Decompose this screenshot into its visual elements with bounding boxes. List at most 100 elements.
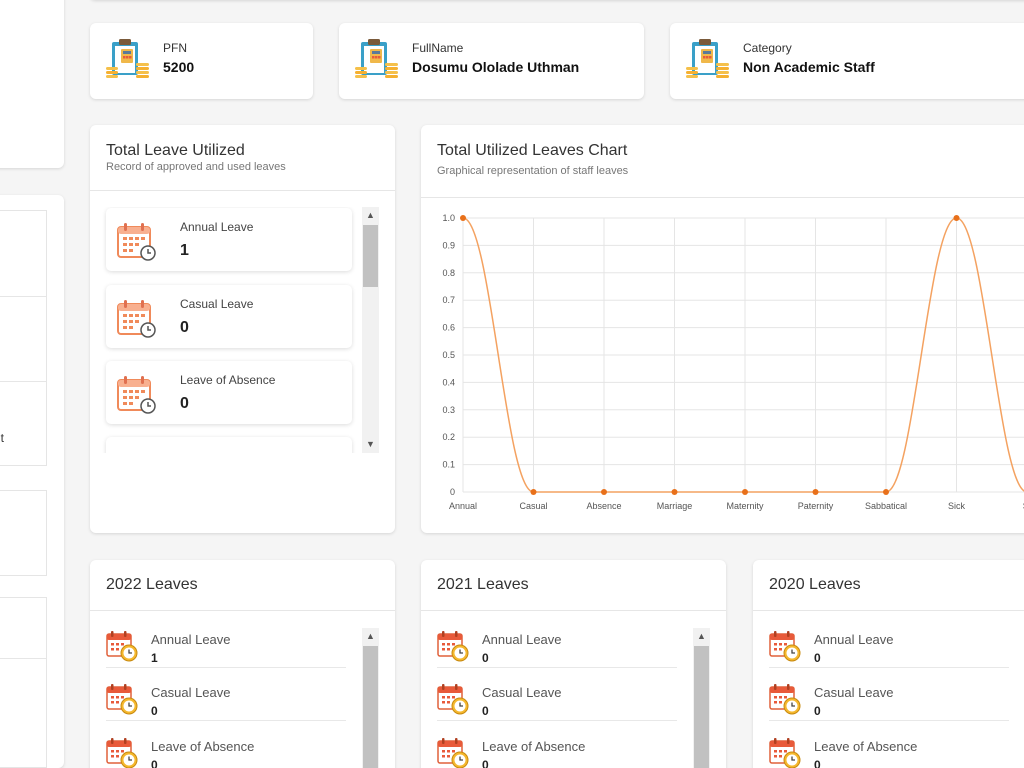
year-item-name: Leave of Absence bbox=[151, 739, 255, 754]
year-2021-scroll-thumb[interactable] bbox=[694, 646, 709, 768]
chart-xtick-label: Sick bbox=[948, 501, 966, 511]
chart-xtick-label: Marriage bbox=[657, 501, 693, 511]
clipboard-calculator-icon bbox=[355, 37, 399, 81]
calendar-clock-icon bbox=[106, 630, 138, 662]
year-item-name: Annual Leave bbox=[814, 632, 894, 647]
sidebar-item-1-label[interactable]: g bbox=[0, 261, 1, 275]
chart-xtick-label: Maternity bbox=[726, 501, 764, 511]
year-item-casual: Casual Leave 0 bbox=[437, 681, 693, 734]
sidebar-item-2-label[interactable]: d bbox=[0, 346, 1, 360]
year-item-value: 1 bbox=[151, 651, 158, 665]
scroll-down-arrow[interactable]: ▼ bbox=[362, 436, 379, 453]
leave-card-casual: Casual Leave 0 bbox=[106, 285, 352, 348]
year-item-value: 0 bbox=[814, 651, 821, 665]
calendar-clock-icon bbox=[769, 683, 801, 715]
sidebar-menu-card: g d nt g d bbox=[0, 195, 64, 768]
leave-card-next bbox=[106, 437, 352, 453]
year-item-value: 0 bbox=[482, 704, 489, 718]
total-leave-subtitle: Record of approved and used leaves bbox=[106, 161, 286, 173]
chart-xtick-label: Sabbatical bbox=[865, 501, 907, 511]
year-panel-2022: 2022 Leaves Annual Leave 1 Casual Leave … bbox=[90, 560, 395, 768]
sidebar-item-5-label[interactable]: d bbox=[0, 708, 1, 722]
pfn-card: PFN 5200 bbox=[90, 23, 313, 99]
year-item-name: Casual Leave bbox=[814, 685, 894, 700]
sidebar-menu-group-1: g d nt bbox=[0, 210, 47, 466]
chart-ytick-label: 0.6 bbox=[442, 323, 455, 333]
chart-ytick-label: 0.8 bbox=[442, 268, 455, 278]
year-panel-title: 2020 Leaves bbox=[769, 576, 861, 593]
total-leave-scroll-thumb[interactable] bbox=[363, 225, 378, 287]
total-leave-title: Total Leave Utilized bbox=[106, 142, 245, 159]
year-2022-scroll-thumb[interactable] bbox=[363, 646, 378, 768]
chart-ytick-label: 0.1 bbox=[442, 460, 455, 470]
calendar-clock-icon bbox=[116, 299, 158, 339]
year-panel-2020: 2020 Leaves Annual Leave 0 Casual Leave … bbox=[753, 560, 1024, 768]
scroll-up-arrow[interactable]: ▲ bbox=[362, 628, 379, 645]
sidebar-item-3-label[interactable]: nt bbox=[0, 431, 4, 445]
year-item-casual: Casual Leave 0 bbox=[106, 681, 362, 734]
chart-point bbox=[671, 489, 678, 495]
chart-xtick-label: Annual bbox=[449, 501, 477, 511]
year-item-casual: Casual Leave 0 bbox=[769, 681, 1024, 734]
year-item-name: Annual Leave bbox=[482, 632, 562, 647]
year-item-name: Annual Leave bbox=[151, 632, 231, 647]
calendar-clock-icon bbox=[437, 630, 469, 662]
year-item-absence: Leave of Absence 0 bbox=[106, 735, 362, 768]
sidebar-top-card bbox=[0, 0, 64, 168]
clipboard-calculator-icon bbox=[686, 37, 730, 81]
calendar-clock-icon bbox=[769, 737, 801, 768]
chart-point bbox=[742, 489, 748, 495]
year-item-value: 0 bbox=[482, 758, 489, 768]
leave-card-name: Leave of Absence bbox=[180, 373, 276, 387]
leave-card-value: 1 bbox=[180, 242, 189, 259]
chart-ytick-label: 0.3 bbox=[442, 405, 455, 415]
chart-point bbox=[530, 489, 537, 495]
chart-title: Total Utilized Leaves Chart bbox=[437, 142, 628, 159]
year-item-absence: Leave of Absence 0 bbox=[769, 735, 1024, 768]
year-item-value: 0 bbox=[482, 651, 489, 665]
sidebar-item-4-label[interactable]: g bbox=[0, 623, 1, 637]
chart-subtitle: Graphical representation of staff leaves bbox=[437, 165, 629, 177]
calendar-clock-icon bbox=[437, 683, 469, 715]
fullname-value: Dosumu Ololade Uthman bbox=[412, 59, 580, 75]
fullname-card: FullName Dosumu Ololade Uthman bbox=[339, 23, 644, 99]
chart-ytick-label: 0.5 bbox=[442, 350, 455, 360]
scroll-up-arrow[interactable]: ▲ bbox=[693, 628, 710, 645]
fullname-label: FullName bbox=[412, 41, 464, 55]
year-item-name: Casual Leave bbox=[482, 685, 562, 700]
leave-card-annual: Annual Leave 1 bbox=[106, 208, 352, 271]
year-item-value: 0 bbox=[814, 704, 821, 718]
calendar-clock-icon bbox=[116, 222, 158, 262]
year-item-value: 0 bbox=[151, 704, 158, 718]
leave-card-name: Annual Leave bbox=[180, 220, 254, 234]
category-card: Category Non Academic Staff bbox=[670, 23, 1024, 99]
year-panel-title: 2022 Leaves bbox=[106, 576, 198, 593]
total-leave-list[interactable]: Annual Leave 1 Casual Leave 0 Leave of A… bbox=[90, 207, 380, 453]
chart-ytick-label: 1.0 bbox=[442, 213, 455, 223]
calendar-clock-icon bbox=[769, 630, 801, 662]
scroll-up-arrow[interactable]: ▲ bbox=[362, 207, 379, 224]
leave-card-absence: Leave of Absence 0 bbox=[106, 361, 352, 424]
chart-point bbox=[812, 489, 819, 495]
year-item-name: Leave of Absence bbox=[482, 739, 586, 754]
chart-ytick-label: 0.2 bbox=[442, 432, 455, 442]
chart-xtick-label: Casual bbox=[519, 501, 547, 511]
chart-point bbox=[601, 489, 607, 495]
leave-card-value: 0 bbox=[180, 319, 189, 336]
chart-ytick-label: 0.4 bbox=[442, 377, 455, 387]
chart-point bbox=[883, 489, 889, 495]
year-item-value: 0 bbox=[814, 758, 821, 768]
leave-card-value: 0 bbox=[180, 395, 189, 412]
calendar-clock-icon bbox=[106, 737, 138, 768]
total-leave-panel: Total Leave Utilized Record of approved … bbox=[90, 125, 395, 533]
chart-point bbox=[460, 215, 466, 221]
year-panel-2021: 2021 Leaves Annual Leave 0 Casual Leave … bbox=[421, 560, 726, 768]
year-item-absence: Leave of Absence 0 bbox=[437, 735, 693, 768]
chart-xtick-label: Absence bbox=[586, 501, 621, 511]
calendar-clock-icon bbox=[437, 737, 469, 768]
category-label: Category bbox=[743, 41, 792, 55]
sidebar-menu-group-3: g d bbox=[0, 597, 47, 768]
calendar-clock-icon bbox=[116, 375, 158, 415]
chart-panel: Total Utilized Leaves Chart Graphical re… bbox=[421, 125, 1024, 533]
pfn-value: 5200 bbox=[163, 59, 195, 75]
